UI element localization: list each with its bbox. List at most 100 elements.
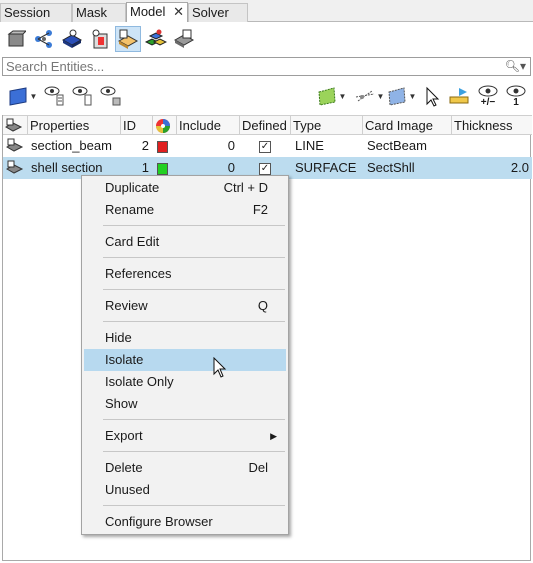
- menu-label: Card Edit: [105, 234, 160, 249]
- tab-label: Solver: [192, 5, 229, 20]
- load-collector-view-button[interactable]: [87, 26, 113, 52]
- search-input[interactable]: [3, 58, 493, 75]
- column-header-id[interactable]: ID: [121, 116, 153, 135]
- table-row[interactable]: section_beam 2 0 ✓ LINE SectBeam: [3, 135, 532, 157]
- menu-item-configure-browser[interactable]: Configure Browser: [84, 511, 286, 533]
- search-options-icon[interactable]: 🔍︎▾: [505, 59, 526, 73]
- cube-icon: [7, 30, 26, 47]
- mouse-pointer-icon: [213, 357, 227, 378]
- menu-item-isolate[interactable]: Isolate: [84, 349, 286, 371]
- shortcut-label: Del: [248, 460, 268, 475]
- column-header-properties[interactable]: Properties: [28, 116, 121, 135]
- show-one-button[interactable]: 1: [503, 82, 529, 110]
- menu-label: Rename: [105, 202, 155, 217]
- menu-item-references[interactable]: References: [84, 263, 286, 285]
- menu-separator: [103, 419, 285, 420]
- property-icon: [117, 29, 139, 49]
- element-color-dropdown[interactable]: ▼: [314, 82, 348, 110]
- tab-label: Mask: [76, 5, 108, 20]
- multi-color-icon: [145, 29, 167, 46]
- chevron-down-icon: ▼: [408, 91, 417, 101]
- tab-session[interactable]: Session: [0, 3, 72, 22]
- chevron-down-icon: ▼: [338, 91, 347, 101]
- material-icon: [61, 29, 83, 48]
- color-swatch[interactable]: [157, 135, 177, 157]
- tab-mask[interactable]: Mask: [72, 3, 126, 22]
- eye-list-icon: [44, 86, 64, 106]
- arrow-cursor-icon: [426, 86, 440, 107]
- system-view-button[interactable]: [143, 26, 169, 52]
- menu-label: Review: [105, 298, 148, 313]
- shortcut-label: Q: [257, 298, 268, 313]
- menu-item-review[interactable]: Review Q: [84, 295, 286, 317]
- defined-checkbox[interactable]: ✓: [259, 135, 279, 157]
- menu-label: Isolate Only: [105, 374, 174, 389]
- thickness-value: 2.0: [510, 160, 529, 175]
- property-icon: [4, 118, 23, 132]
- thickness-value: [452, 135, 529, 157]
- menu-separator: [103, 225, 285, 226]
- property-view-button[interactable]: [115, 26, 141, 52]
- unassigned-view-button[interactable]: [171, 26, 197, 52]
- grid-color-icon: [318, 87, 336, 106]
- eye-tree-icon: [72, 86, 92, 106]
- menu-separator: [103, 321, 285, 322]
- menu-item-duplicate[interactable]: Duplicate Ctrl + D: [84, 177, 286, 199]
- menu-item-hide[interactable]: Hide: [84, 327, 286, 349]
- menu-separator: [103, 257, 285, 258]
- material-view-button[interactable]: [59, 26, 85, 52]
- tab-model[interactable]: Model ✕: [126, 2, 188, 22]
- menu-item-export[interactable]: Export ▶: [84, 425, 286, 447]
- show-hide-all-button[interactable]: +/−: [474, 82, 502, 110]
- search-bar: 🔍︎▾: [2, 57, 531, 76]
- tab-bar: Session Mask Model ✕ Solver: [0, 0, 533, 22]
- component-view-button[interactable]: [3, 26, 29, 52]
- menu-label: References: [105, 266, 172, 281]
- eye-icon: [478, 85, 498, 97]
- table-header: Properties ID Include Defined Type Card …: [3, 115, 532, 135]
- shaded-mesh-icon: [388, 87, 406, 106]
- display-style-dropdown[interactable]: ▼: [352, 82, 386, 110]
- column-header-include[interactable]: Include: [177, 116, 240, 135]
- menu-item-rename[interactable]: Rename F2: [84, 199, 286, 221]
- highlight-icon: [449, 88, 469, 104]
- wireframe-icon: [355, 90, 374, 102]
- shaded-style-dropdown[interactable]: ▼: [384, 82, 418, 110]
- menu-label: Duplicate: [105, 180, 160, 195]
- property-name: section_beam: [31, 138, 112, 153]
- column-header-type[interactable]: Type: [291, 116, 363, 135]
- column-header-thickness[interactable]: Thickness: [452, 116, 532, 135]
- plus-minus-label: +/−: [480, 97, 496, 108]
- column-header-card-image[interactable]: Card Image: [363, 116, 452, 135]
- column-header-color[interactable]: [153, 116, 177, 135]
- menu-separator: [103, 289, 285, 290]
- tab-solver[interactable]: Solver: [188, 3, 248, 22]
- menu-item-card-edit[interactable]: Card Edit: [84, 231, 286, 253]
- menu-label: Configure Browser: [105, 514, 213, 529]
- load-collector-icon: [92, 29, 108, 49]
- shortcut-label: F2: [252, 202, 268, 217]
- hide-selected-button[interactable]: [70, 82, 94, 110]
- surface-icon: [9, 87, 27, 106]
- menu-label: Export: [105, 428, 143, 443]
- reverse-button[interactable]: [446, 82, 472, 110]
- color-wheel-icon: [156, 119, 170, 133]
- isolate-selected-button[interactable]: [98, 82, 122, 110]
- type-value: LINE: [295, 138, 324, 153]
- close-icon[interactable]: ✕: [173, 3, 184, 21]
- view-mode-dropdown[interactable]: ▼: [4, 82, 40, 110]
- menu-label: Show: [105, 396, 138, 411]
- menu-item-show[interactable]: Show: [84, 393, 286, 415]
- column-header-defined[interactable]: Defined: [240, 116, 291, 135]
- header-icon-cell: [3, 116, 28, 135]
- menu-item-isolate-only[interactable]: Isolate Only: [84, 371, 286, 393]
- show-selected-button[interactable]: [42, 82, 66, 110]
- context-menu: Duplicate Ctrl + D Rename F2 Card Edit Ref…: [81, 175, 289, 535]
- eye-icon: [506, 85, 526, 97]
- include-value: 0: [227, 138, 235, 153]
- menu-item-delete[interactable]: Delete Del: [84, 457, 286, 479]
- property-id: 2: [141, 138, 149, 153]
- assembly-view-button[interactable]: [31, 26, 57, 52]
- select-button[interactable]: [421, 82, 443, 110]
- menu-item-unused[interactable]: Unused: [84, 479, 286, 501]
